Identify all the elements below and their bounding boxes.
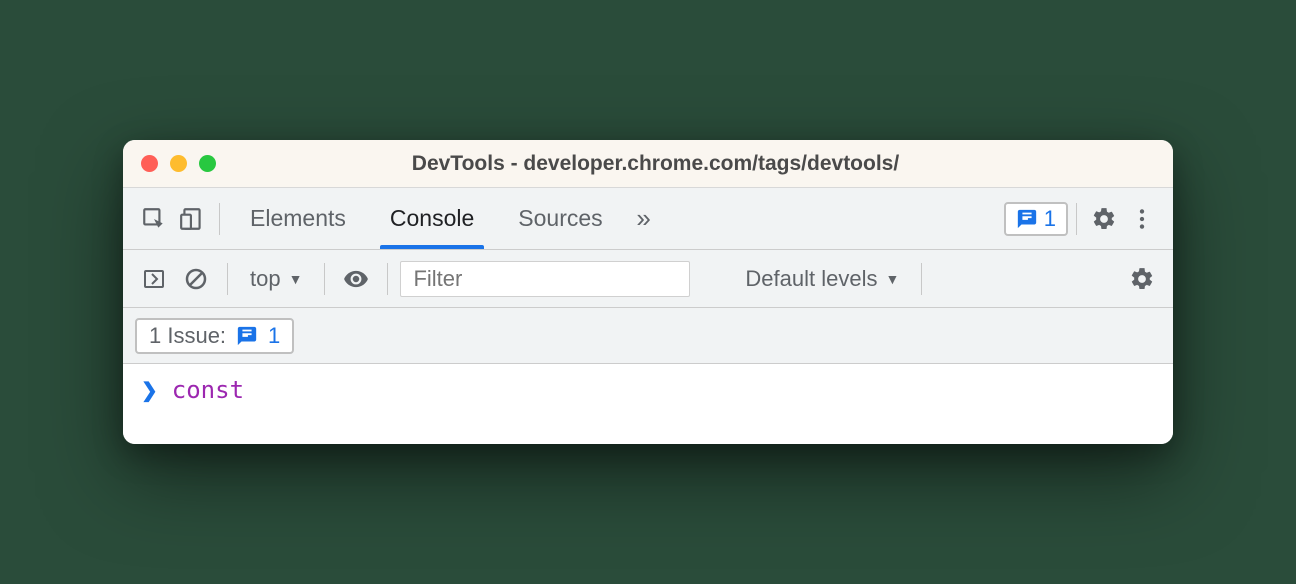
issues-count: 1 bbox=[268, 323, 280, 349]
separator bbox=[219, 203, 220, 235]
sidebar-toggle-icon[interactable] bbox=[135, 260, 173, 298]
devtools-window: DevTools - developer.chrome.com/tags/dev… bbox=[123, 140, 1173, 444]
log-levels-label: Default levels bbox=[745, 266, 877, 292]
tab-elements[interactable]: Elements bbox=[228, 188, 368, 249]
main-tabbar: Elements Console Sources » 1 bbox=[123, 188, 1173, 250]
settings-gear-icon[interactable] bbox=[1085, 200, 1123, 238]
inspect-element-icon[interactable] bbox=[135, 200, 173, 238]
console-body[interactable]: ❯ const bbox=[123, 364, 1173, 444]
clear-console-icon[interactable] bbox=[177, 260, 215, 298]
log-levels-dropdown[interactable]: Default levels ▼ bbox=[735, 266, 909, 292]
console-input-text[interactable]: const bbox=[172, 376, 244, 404]
prompt-caret-icon: ❯ bbox=[141, 378, 158, 403]
separator bbox=[227, 263, 228, 295]
separator bbox=[387, 263, 388, 295]
issues-chip[interactable]: 1 Issue: 1 bbox=[135, 318, 294, 354]
titlebar: DevTools - developer.chrome.com/tags/dev… bbox=[123, 140, 1173, 188]
separator bbox=[1076, 203, 1077, 235]
issues-label: 1 Issue: bbox=[149, 323, 226, 349]
more-options-icon[interactable] bbox=[1123, 200, 1161, 238]
tab-console[interactable]: Console bbox=[368, 188, 496, 249]
chevron-down-icon: ▼ bbox=[289, 271, 303, 287]
issues-badge-button[interactable]: 1 bbox=[1004, 202, 1068, 236]
console-settings-gear-icon[interactable] bbox=[1123, 260, 1161, 298]
window-title: DevTools - developer.chrome.com/tags/dev… bbox=[156, 152, 1155, 176]
chevron-down-icon: ▼ bbox=[885, 271, 899, 287]
separator bbox=[324, 263, 325, 295]
separator bbox=[921, 263, 922, 295]
filter-input[interactable] bbox=[400, 261, 690, 297]
context-dropdown[interactable]: top ▼ bbox=[240, 266, 312, 292]
issues-badge-count: 1 bbox=[1044, 206, 1056, 232]
message-icon bbox=[236, 325, 258, 347]
console-toolbar: top ▼ Default levels ▼ bbox=[123, 250, 1173, 308]
more-tabs-icon[interactable]: » bbox=[625, 200, 663, 238]
live-expression-icon[interactable] bbox=[337, 260, 375, 298]
device-toggle-icon[interactable] bbox=[173, 200, 211, 238]
tab-sources[interactable]: Sources bbox=[496, 188, 624, 249]
context-dropdown-label: top bbox=[250, 266, 281, 292]
issues-bar: 1 Issue: 1 bbox=[123, 308, 1173, 364]
